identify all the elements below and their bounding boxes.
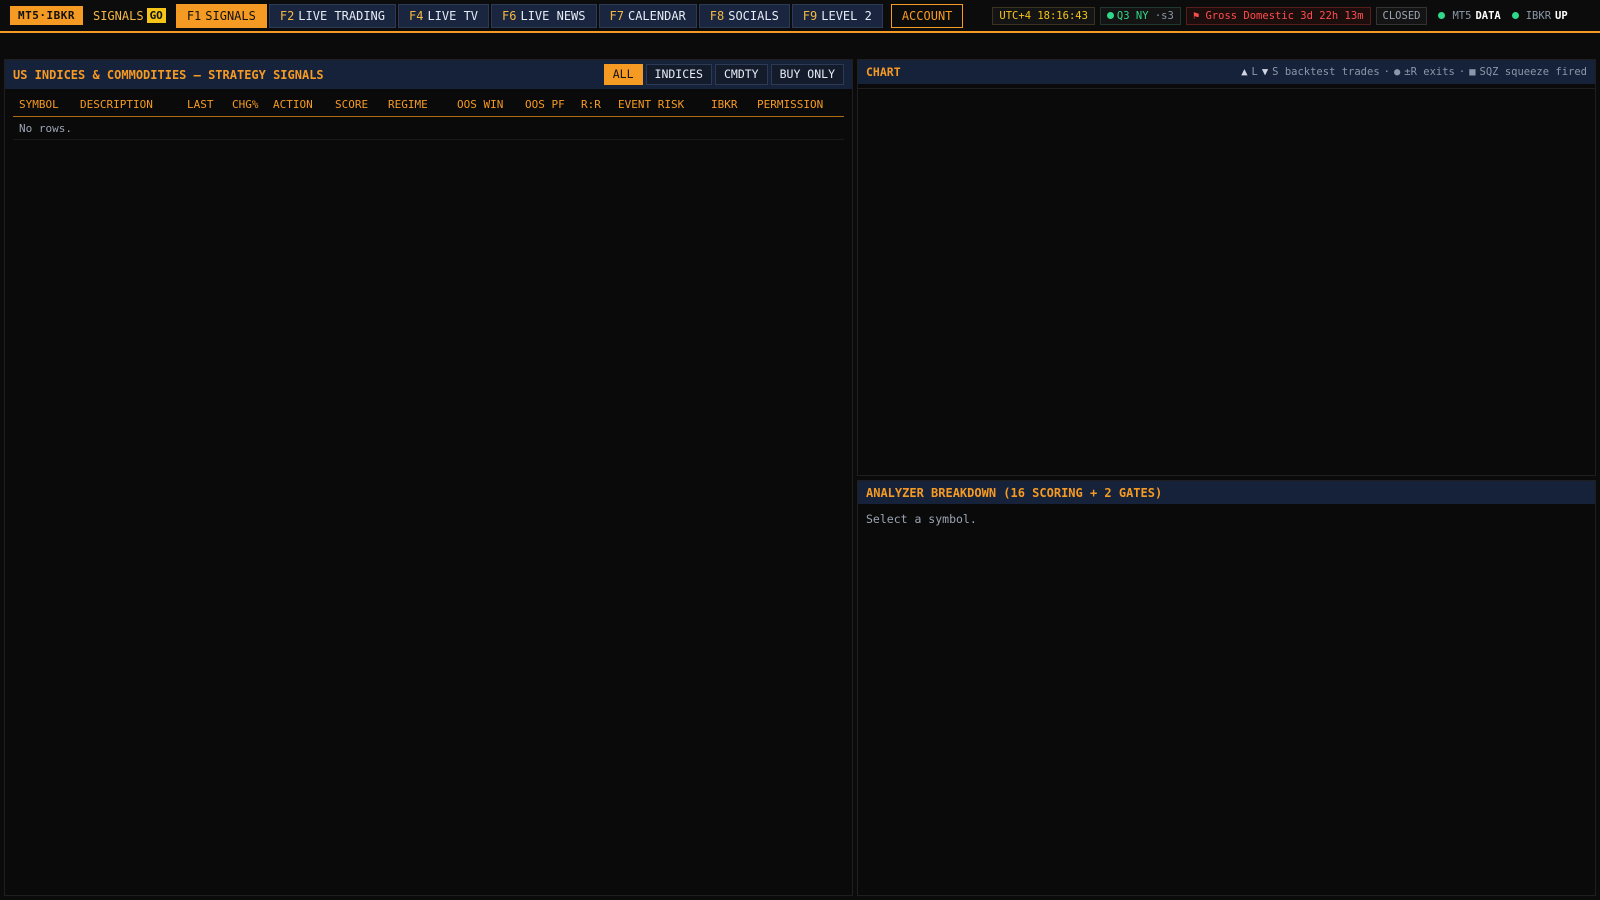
analyzer-panel: ANALYZER BREAKDOWN (16 SCORING + 2 GATES… <box>857 480 1596 896</box>
account-button[interactable]: ACCOUNT <box>890 3 964 28</box>
tab-key: F7 <box>609 8 624 23</box>
app-logo: MT5·IBKR <box>10 6 83 25</box>
col-chg[interactable]: CHG% <box>232 98 259 111</box>
main-tabs: F1 SIGNALS F2 LIVE TRADING F4 LIVE TV F6 LIV… <box>175 3 883 28</box>
status-group: UTC+4 18:16:43 Q3 NY ·s3 ⚑ Gross Domesti… <box>992 6 1568 25</box>
tab-label: SIGNALS <box>205 8 256 23</box>
ibkr-label: IBKR <box>1525 9 1552 22</box>
filter-indices-button[interactable]: INDICES <box>645 64 712 85</box>
legend-separator: · <box>1458 66 1466 78</box>
legend-exits-label: ±R exits <box>1404 66 1455 78</box>
clock-readout: UTC+4 18:16:43 <box>992 6 1095 25</box>
tab-key: F1 <box>186 8 202 23</box>
table-empty-message: No rows. <box>13 117 844 140</box>
ibkr-status-dot-icon <box>1511 12 1519 19</box>
signals-status-label: SIGNALS <box>92 8 144 23</box>
col-oos-win[interactable]: OOS WIN <box>457 98 503 111</box>
signals-table: SYMBOL DESCRIPTION LAST CHG% ACTION SCOR… <box>13 89 844 140</box>
tab-key: F9 <box>802 8 818 23</box>
tab-key: F2 <box>279 8 295 23</box>
mt5-label: MT5 <box>1452 9 1472 22</box>
chart-canvas[interactable] <box>858 88 1595 475</box>
signal-filters: ALL INDICES CMDTY BUY ONLY <box>603 64 844 85</box>
col-score[interactable]: SCORE <box>335 98 368 111</box>
chart-panel-title: CHART <box>866 65 901 79</box>
legend-long-label: L <box>1251 66 1258 78</box>
chart-panel-header: CHART ▲ L ▼ S backtest trades · ● ±R exits … <box>858 60 1595 84</box>
analyzer-panel-title: ANALYZER BREAKDOWN (16 SCORING + 2 GATES… <box>866 485 1163 500</box>
mt5-value: DATA <box>1475 9 1501 22</box>
signals-panel-header: US INDICES & COMMODITIES — STRATEGY SIGN… <box>5 60 852 89</box>
legend-sqz-label: SQZ squeeze fired <box>1479 66 1587 78</box>
tab-socials[interactable]: F8 SOCIALS <box>698 3 790 28</box>
filter-buy-only-button[interactable]: BUY ONLY <box>770 64 844 85</box>
col-symbol[interactable]: SYMBOL <box>19 98 59 111</box>
col-last[interactable]: LAST <box>187 98 214 111</box>
mt5-connection: MT5 DATA <box>1438 9 1501 22</box>
session-label: Q3 NY <box>1116 9 1149 22</box>
tab-level-2[interactable]: F9 LEVEL 2 <box>791 3 883 28</box>
tab-calendar[interactable]: F7 CALENDAR <box>598 3 697 28</box>
tab-label: LIVE TV <box>427 8 479 23</box>
tab-label: LEVEL 2 <box>821 8 872 23</box>
col-oos-pf[interactable]: OOS PF <box>525 98 565 111</box>
market-status-badge: CLOSED <box>1375 6 1428 25</box>
chart-panel: CHART ▲ L ▼ S backtest trades · ● ±R exits … <box>857 59 1596 476</box>
triangle-up-icon: ▲ <box>1241 66 1248 78</box>
tab-label: SOCIALS <box>728 8 779 23</box>
session-sub-label: ·s3 <box>1154 9 1174 22</box>
col-event-risk[interactable]: EVENT RISK <box>618 98 684 111</box>
ibkr-connection: IBKR UP <box>1511 9 1568 22</box>
tab-label: CALENDAR <box>627 8 686 23</box>
analyzer-empty-message: Select a symbol. <box>866 512 977 526</box>
flag-icon: ⚑ <box>1192 9 1200 22</box>
tab-key: F8 <box>709 8 725 23</box>
top-bar: MT5·IBKR SIGNALS GO F1 SIGNALS F2 LIVE TRA… <box>0 0 1600 33</box>
legend-short-label: S backtest trades <box>1272 66 1380 78</box>
triangle-down-icon: ▼ <box>1261 66 1269 78</box>
col-description[interactable]: DESCRIPTION <box>80 98 153 111</box>
event-countdown-label: Gross Domestic 3d 22h 13m <box>1205 9 1364 22</box>
col-ibkr[interactable]: IBKR <box>711 98 738 111</box>
signals-panel: US INDICES & COMMODITIES — STRATEGY SIGN… <box>4 59 853 896</box>
tab-live-news[interactable]: F6 LIVE NEWS <box>491 3 597 28</box>
filter-all-button[interactable]: ALL <box>603 64 643 85</box>
filter-cmdty-button[interactable]: CMDTY <box>714 64 768 85</box>
circle-icon: ● <box>1393 66 1401 78</box>
tab-label: LIVE TRADING <box>298 8 385 23</box>
session-indicator: Q3 NY ·s3 <box>1099 6 1181 25</box>
tab-live-trading[interactable]: F2 LIVE TRADING <box>268 3 396 28</box>
session-dot-icon <box>1106 11 1114 19</box>
col-permission[interactable]: PERMISSION <box>757 98 823 111</box>
signals-panel-title: US INDICES & COMMODITIES — STRATEGY SIGN… <box>13 67 324 82</box>
chart-legend: ▲ L ▼ S backtest trades · ● ±R exits · ■ SQZ… <box>1241 66 1587 78</box>
tab-key: F6 <box>502 8 517 23</box>
table-header: SYMBOL DESCRIPTION LAST CHG% ACTION SCOR… <box>13 89 844 117</box>
event-countdown[interactable]: ⚑ Gross Domestic 3d 22h 13m <box>1185 6 1371 25</box>
col-regime[interactable]: REGIME <box>388 98 428 111</box>
square-icon: ■ <box>1469 66 1476 78</box>
signals-go-badge: GO <box>146 8 166 23</box>
tab-live-tv[interactable]: F4 LIVE TV <box>398 3 490 28</box>
tab-signals[interactable]: F1 SIGNALS <box>175 3 267 28</box>
legend-separator: · <box>1383 66 1390 78</box>
analyzer-panel-header: ANALYZER BREAKDOWN (16 SCORING + 2 GATES… <box>858 481 1595 504</box>
tab-key: F4 <box>409 8 424 23</box>
tab-label: LIVE NEWS <box>520 8 586 23</box>
col-action[interactable]: ACTION <box>273 98 313 111</box>
col-rr[interactable]: R:R <box>581 98 601 111</box>
mt5-status-dot-icon <box>1438 12 1446 19</box>
ibkr-value: UP <box>1555 9 1568 22</box>
